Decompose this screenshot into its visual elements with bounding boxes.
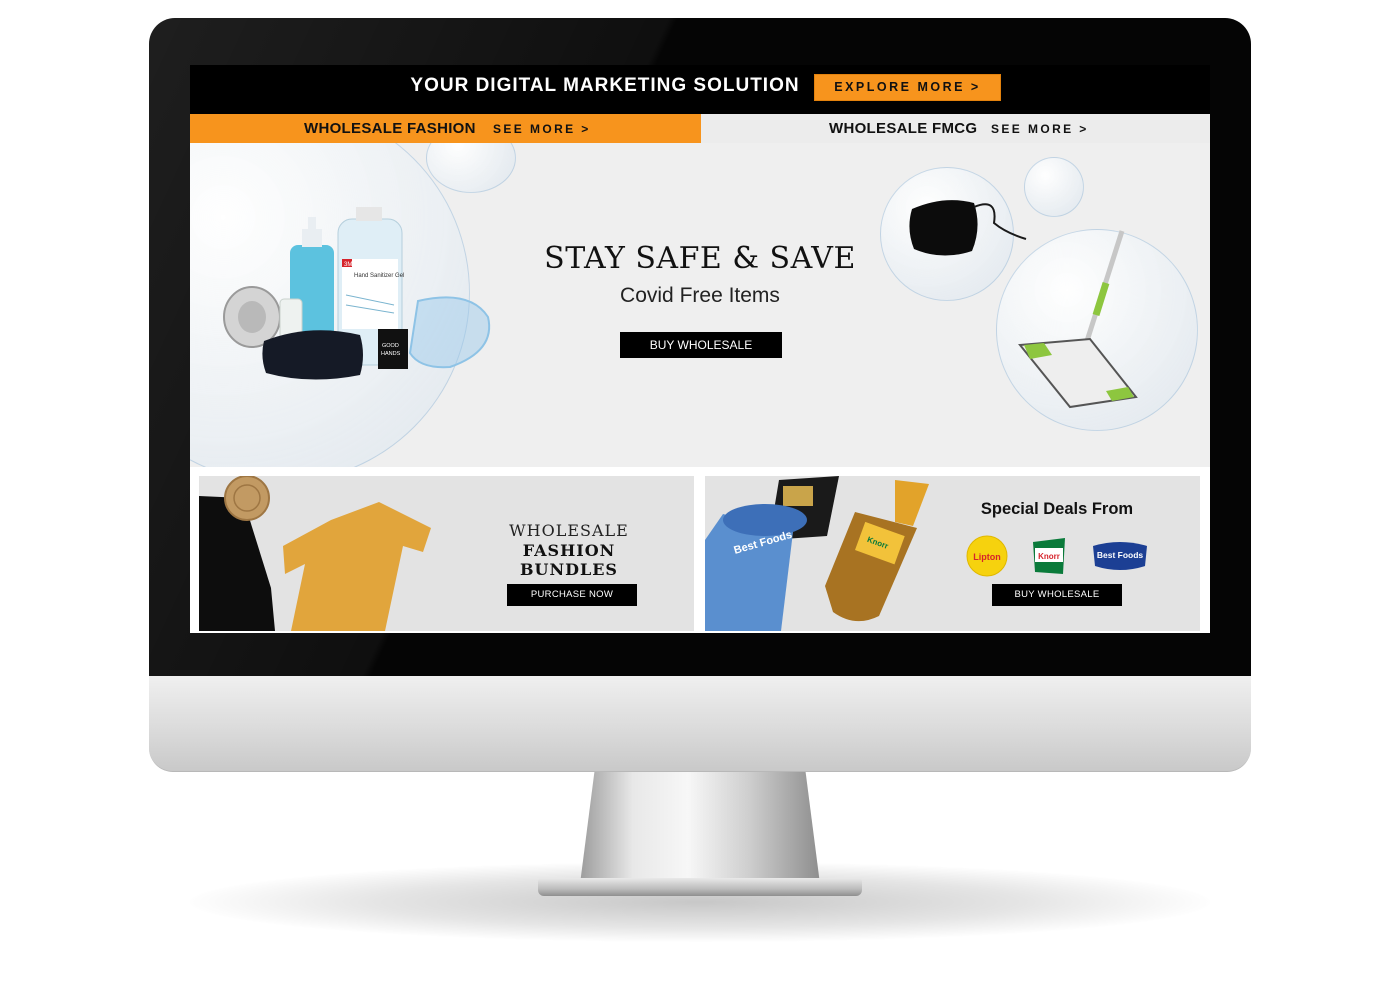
fashion-promo-title-line1: WHOLESALE	[509, 521, 629, 540]
special-deals-title: Special Deals From	[980, 500, 1134, 518]
sanitizer-name-text: Hand Sanitizer Gel	[354, 273, 404, 279]
hero-buy-wholesale-button[interactable]: BUY WHOLESALE	[620, 332, 782, 358]
category-fashion-label: WHOLESALE FASHION	[304, 120, 476, 137]
fashion-bundles-promo[interactable]: WHOLESALE FASHION BUNDLES PURCHASE NOW	[199, 476, 694, 631]
monitor-stand-neck	[580, 772, 820, 884]
category-fmcg[interactable]: WHOLESALE FMCG SEE MORE >	[701, 114, 1210, 143]
top-banner: YOUR DIGITAL MARKETING SOLUTION EXPLORE …	[190, 65, 1210, 114]
category-fashion-see-more-link[interactable]: SEE MORE >	[493, 122, 591, 136]
floor-mop-image	[1018, 230, 1138, 409]
hero-bubble-tiny	[1024, 157, 1084, 217]
monitor-stand-base	[538, 878, 862, 896]
category-fmcg-label: WHOLESALE FMCG	[829, 120, 978, 137]
fashion-items-image	[199, 476, 431, 631]
best-foods-logo-text: Best Foods	[1097, 550, 1144, 560]
knorr-logo[interactable]: Knorr	[1029, 534, 1069, 578]
sanitizer-brand-text: 3M	[344, 262, 352, 268]
explore-more-button[interactable]: EXPLORE MORE >	[814, 74, 1001, 101]
top-banner-title: YOUR DIGITAL MARKETING SOLUTION	[410, 75, 800, 96]
purchase-now-button[interactable]: PURCHASE NOW	[507, 584, 637, 606]
lipton-logo-text: Lipton	[973, 552, 1001, 562]
knorr-logo-text: Knorr	[1038, 552, 1060, 561]
website-screen: YOUR DIGITAL MARKETING SOLUTION EXPLORE …	[190, 65, 1210, 633]
fmcg-products-image: Best Foods Knorr	[705, 476, 929, 631]
good-hands-text-2: HANDS	[381, 351, 401, 357]
monitor-chin	[149, 672, 1251, 772]
fmcg-buy-wholesale-button[interactable]: BUY WHOLESALE	[992, 584, 1122, 606]
hero-bubble-small	[426, 143, 516, 193]
hero-banner: 3M Hand Sanitizer Gel GOOD HANDS STAY SA…	[190, 143, 1210, 467]
good-hands-text-1: GOOD	[382, 343, 399, 349]
desktop-mockup: YOUR DIGITAL MARKETING SOLUTION EXPLORE …	[0, 0, 1400, 988]
category-fashion[interactable]: WHOLESALE FASHION SEE MORE >	[190, 114, 701, 143]
hero-subtitle: Covid Free Items	[620, 284, 780, 307]
fashion-promo-title-line2: FASHION BUNDLES	[520, 541, 618, 579]
hero-title: STAY SAFE & SAVE	[544, 241, 856, 276]
category-fmcg-see-more-link[interactable]: SEE MORE >	[991, 122, 1089, 136]
fmcg-deals-promo[interactable]: Best Foods Knorr Special Deals From Lipt…	[705, 476, 1200, 631]
lipton-logo[interactable]: Lipton	[965, 534, 1009, 578]
category-bar: WHOLESALE FASHION SEE MORE > WHOLESALE F…	[190, 114, 1210, 143]
covid-products-image: 3M Hand Sanitizer Gel GOOD HANDS	[223, 207, 491, 380]
best-foods-logo[interactable]: Best Foods	[1091, 534, 1149, 578]
